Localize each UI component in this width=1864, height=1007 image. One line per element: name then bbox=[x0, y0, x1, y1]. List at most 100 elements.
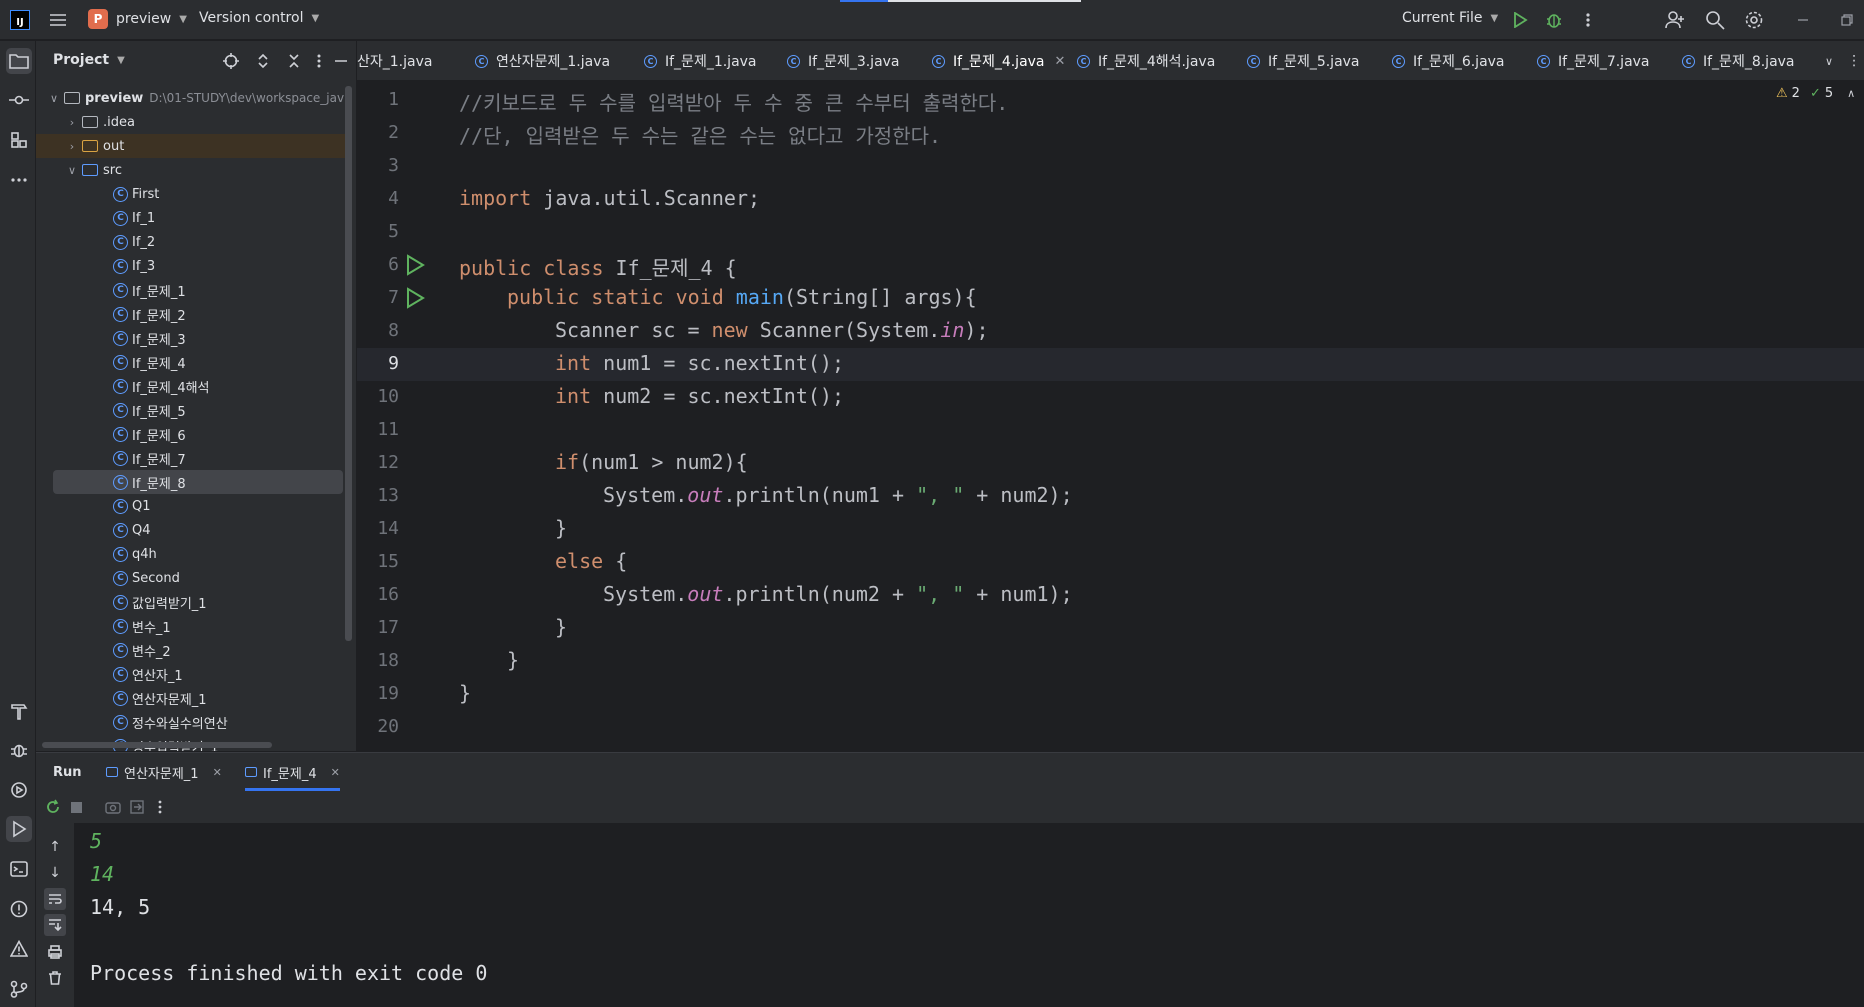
editor-tab[interactable]: C If_문제_7.java bbox=[1537, 41, 1650, 80]
tree-class-item[interactable]: C If_문제_4해석 bbox=[36, 374, 346, 398]
tab-options-icon[interactable]: ⋮ bbox=[1847, 53, 1861, 69]
tree-class-item[interactable]: Cq4h bbox=[36, 542, 346, 566]
print-icon[interactable] bbox=[44, 941, 66, 963]
tree-class-item[interactable]: C First bbox=[36, 182, 346, 206]
editor-tab[interactable]: C If_문제_5.java bbox=[1247, 41, 1360, 80]
export-icon[interactable] bbox=[126, 796, 148, 818]
tree-class-item[interactable]: C Q1 bbox=[36, 494, 346, 518]
debug-tool-icon[interactable] bbox=[6, 737, 32, 763]
stop-icon[interactable] bbox=[65, 796, 87, 818]
more-run-actions-icon[interactable] bbox=[149, 796, 171, 818]
rerun-icon[interactable] bbox=[42, 796, 64, 818]
scroll-to-end-icon[interactable] bbox=[44, 914, 66, 936]
clear-all-trash-icon[interactable] bbox=[44, 967, 66, 989]
console-output[interactable]: 5 14 14, 5 Process finished with exit co… bbox=[74, 823, 1864, 1007]
minimize-icon[interactable] bbox=[1792, 9, 1814, 31]
tree-class-item[interactable]: C If_1 bbox=[36, 206, 346, 230]
build-hammer-icon[interactable] bbox=[6, 698, 32, 724]
tab-label: If_문제_4해석.java bbox=[1098, 54, 1216, 70]
vcs-label: Version control bbox=[199, 10, 304, 26]
code-text: ); bbox=[964, 318, 989, 342]
editor-tab-active[interactable]: C If_문제_4.java ✕ bbox=[932, 41, 1071, 80]
run-icon[interactable] bbox=[1509, 9, 1531, 31]
scroll-down-icon[interactable]: ↓ bbox=[44, 862, 66, 884]
run-tab-active[interactable]: If_문제_4 ✕ bbox=[245, 753, 340, 791]
java-class-icon: C bbox=[113, 426, 128, 442]
tree-class-item[interactable]: C If_문제_5 bbox=[36, 398, 346, 422]
editor-tab[interactable]: C If_문제_1.java bbox=[644, 41, 757, 80]
tree-class-item[interactable]: C 연산자문제_1 bbox=[36, 686, 346, 710]
project-tool-icon[interactable] bbox=[6, 48, 32, 74]
tree-class-item[interactable]: C 값입력받기_1 bbox=[36, 590, 346, 614]
project-view-selector[interactable]: Project ▼ bbox=[53, 52, 125, 68]
screenshot-icon[interactable] bbox=[102, 796, 124, 818]
intellij-logo[interactable]: IJ bbox=[10, 10, 30, 30]
close-tab-icon[interactable]: ✕ bbox=[331, 766, 340, 779]
tree-vertical-scrollbar[interactable] bbox=[345, 86, 352, 641]
collapse-all-icon[interactable] bbox=[283, 50, 305, 72]
tree-class-item[interactable]: C 연산자_1 bbox=[36, 662, 346, 686]
editor-tab[interactable]: 산자_1.java bbox=[357, 41, 432, 80]
run-config-selector[interactable]: Current File ▼ bbox=[1402, 10, 1498, 26]
tree-root-label: preview bbox=[85, 90, 144, 106]
terminal-icon[interactable] bbox=[6, 856, 32, 882]
editor-tab[interactable]: C If_문제_8.java bbox=[1682, 41, 1795, 80]
run-config-label: Current File bbox=[1402, 10, 1483, 26]
tree-class-item[interactable]: C If_2 bbox=[36, 230, 346, 254]
editor-tab[interactable]: C If_문제_6.java bbox=[1392, 41, 1505, 80]
search-icon[interactable] bbox=[1704, 9, 1726, 31]
commit-icon[interactable] bbox=[6, 87, 32, 113]
git-branch-icon[interactable] bbox=[6, 976, 32, 1002]
tree-class-item[interactable]: C Q4 bbox=[36, 518, 346, 542]
tree-class-item[interactable]: C If_문제_1 bbox=[36, 278, 346, 302]
panel-options-icon[interactable] bbox=[308, 50, 330, 72]
run-main-gutter-icon[interactable] bbox=[405, 287, 425, 314]
run-tab[interactable]: 연산자문제_1 ✕ bbox=[106, 753, 222, 791]
tree-class-item[interactable]: C Second bbox=[36, 566, 346, 590]
main-menu-icon[interactable] bbox=[47, 9, 69, 31]
tree-class-item[interactable]: C If_문제_7 bbox=[36, 446, 346, 470]
tree-folder-idea[interactable]: › .idea bbox=[36, 110, 346, 134]
code-editor[interactable]: ⚠ 2 ✓ 5 ∧ 1//키보드로 두 수를 입력받아 두 수 중 큰 수부터 … bbox=[357, 82, 1864, 751]
vcs-menu[interactable]: Version control ▼ bbox=[199, 10, 319, 26]
code-text: + num2); bbox=[964, 483, 1073, 507]
warning-tool-icon[interactable] bbox=[6, 936, 32, 962]
expand-all-icon[interactable] bbox=[252, 50, 274, 72]
restore-window-icon[interactable] bbox=[1836, 9, 1858, 31]
close-tab-icon[interactable]: ✕ bbox=[1055, 54, 1066, 69]
project-switcher[interactable]: P preview ▼ bbox=[88, 9, 187, 29]
tab-list-chevron-icon[interactable]: ∨ bbox=[1825, 55, 1833, 68]
close-tab-icon[interactable]: ✕ bbox=[213, 766, 222, 779]
tree-class-item[interactable]: C If_문제_2 bbox=[36, 302, 346, 326]
more-actions-icon[interactable] bbox=[1577, 9, 1599, 31]
soft-wrap-icon[interactable] bbox=[44, 888, 66, 910]
structure-icon[interactable] bbox=[6, 127, 32, 153]
more-tools-icon[interactable] bbox=[6, 167, 32, 193]
tree-folder-out[interactable]: › out bbox=[36, 134, 346, 158]
tree-class-item[interactable]: C If_3 bbox=[36, 254, 346, 278]
tree-horizontal-scrollbar[interactable] bbox=[42, 742, 272, 748]
tree-class-item[interactable]: C 정수와실수의연산 bbox=[36, 710, 346, 734]
services-icon[interactable] bbox=[6, 777, 32, 803]
scroll-up-icon[interactable]: ↑ bbox=[44, 836, 66, 858]
tree-class-item[interactable]: C If_문제_3 bbox=[36, 326, 346, 350]
editor-tab[interactable]: C If_문제_4해석.java bbox=[1077, 41, 1216, 80]
tree-class-item[interactable]: C 변수_1 bbox=[36, 614, 346, 638]
run-class-gutter-icon[interactable] bbox=[405, 254, 425, 281]
tree-class-item[interactable]: C If_문제_6 bbox=[36, 422, 346, 446]
tree-class-item[interactable]: C If_문제_4 bbox=[36, 350, 346, 374]
editor-tab[interactable]: C If_문제_3.java bbox=[787, 41, 900, 80]
debug-icon[interactable] bbox=[1543, 9, 1565, 31]
tree-root-preview[interactable]: ∨ preview D:\01-STUDY\dev\workspace_jav bbox=[36, 86, 346, 110]
editor-tab[interactable]: C 연산자문제_1.java bbox=[475, 41, 610, 80]
settings-gear-icon[interactable] bbox=[1743, 9, 1765, 31]
locate-file-icon[interactable] bbox=[220, 50, 242, 72]
run-tool-icon[interactable] bbox=[6, 816, 32, 842]
tree-class-item-selected[interactable]: C If_문제_8 bbox=[53, 470, 343, 494]
problems-icon[interactable] bbox=[6, 896, 32, 922]
tab-overflow-controls: ∨ ⋮ bbox=[1817, 49, 1863, 73]
hide-panel-icon[interactable] bbox=[330, 50, 352, 72]
add-user-icon[interactable] bbox=[1664, 9, 1686, 31]
tree-class-item[interactable]: C 변수_2 bbox=[36, 638, 346, 662]
tree-folder-src[interactable]: ∨ src bbox=[36, 158, 346, 182]
